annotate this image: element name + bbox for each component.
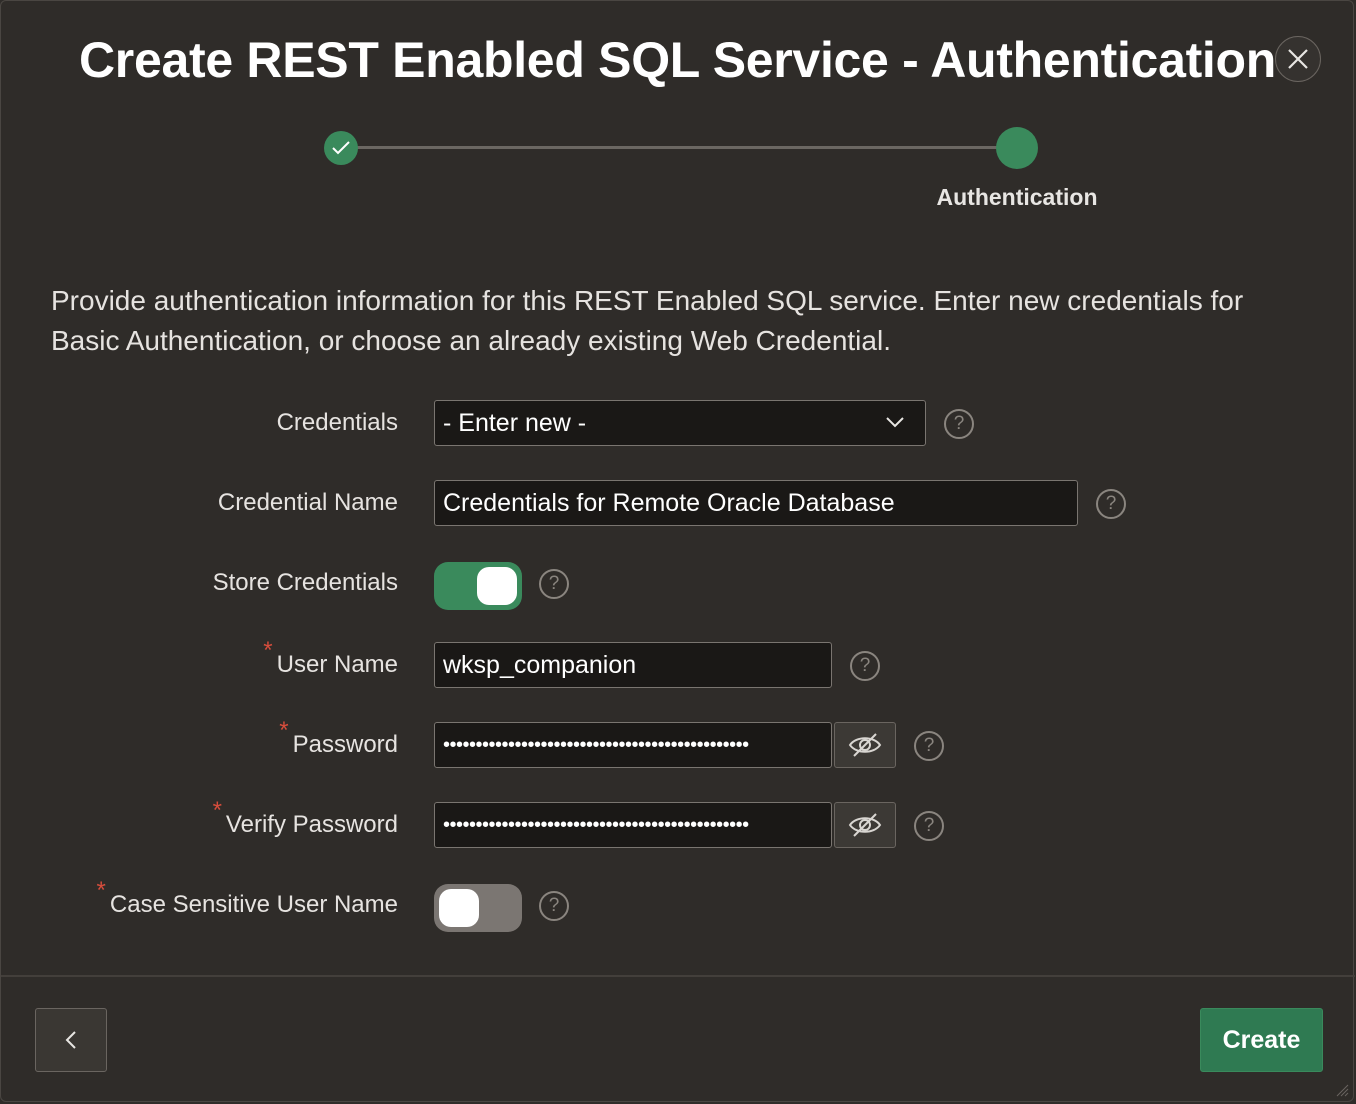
required-mark: * bbox=[212, 797, 222, 824]
store-credentials-label: Store Credentials bbox=[212, 569, 398, 596]
description-text: Provide authentication information for t… bbox=[51, 285, 1244, 356]
store-credentials-toggle[interactable] bbox=[434, 562, 522, 610]
password-field[interactable]: ••••••••••••••••••••••••••••••••••••••••… bbox=[434, 722, 832, 768]
show-verify-password-button[interactable] bbox=[834, 802, 896, 848]
step-current bbox=[996, 127, 1038, 169]
step-completed bbox=[324, 131, 358, 165]
password-help-icon[interactable]: ? bbox=[914, 731, 944, 761]
chevron-left-icon bbox=[65, 1031, 76, 1049]
credential-name-field[interactable] bbox=[434, 480, 1078, 526]
check-icon bbox=[332, 141, 350, 155]
toggle-knob bbox=[439, 889, 479, 927]
user-name-field[interactable] bbox=[434, 642, 832, 688]
step-label-authentication: Authentication bbox=[936, 184, 1098, 210]
verify-password-label: *Verify Password bbox=[212, 797, 398, 838]
required-mark: * bbox=[96, 877, 106, 904]
password-label: *Password bbox=[279, 717, 398, 758]
required-mark: * bbox=[279, 717, 289, 744]
password-value: ••••••••••••••••••••••••••••••••••••••••… bbox=[443, 733, 749, 756]
credential-name-help-icon[interactable]: ? bbox=[1096, 489, 1126, 519]
eye-slash-icon bbox=[848, 733, 882, 757]
eye-slash-icon bbox=[848, 813, 882, 837]
user-name-input[interactable] bbox=[443, 650, 831, 680]
case-sensitive-help-icon[interactable]: ? bbox=[539, 891, 569, 921]
footer-divider bbox=[1, 975, 1355, 977]
dialog-title: Create REST Enabled SQL Service - Authen… bbox=[79, 32, 1277, 88]
close-icon bbox=[1288, 49, 1308, 69]
resize-handle-icon[interactable] bbox=[1335, 1083, 1349, 1097]
verify-password-field[interactable]: ••••••••••••••••••••••••••••••••••••••••… bbox=[434, 802, 832, 848]
credentials-value: - Enter new - bbox=[443, 408, 587, 437]
credentials-label: Credentials bbox=[276, 409, 398, 436]
required-mark: * bbox=[263, 637, 273, 664]
show-password-button[interactable] bbox=[834, 722, 896, 768]
chevron-down-icon bbox=[886, 417, 904, 428]
case-sensitive-toggle[interactable] bbox=[434, 884, 522, 932]
credentials-select[interactable]: - Enter new - bbox=[434, 400, 926, 446]
verify-password-value: ••••••••••••••••••••••••••••••••••••••••… bbox=[443, 813, 749, 836]
close-button[interactable] bbox=[1275, 36, 1321, 82]
verify-password-help-icon[interactable]: ? bbox=[914, 811, 944, 841]
credential-name-input[interactable] bbox=[443, 488, 1077, 518]
toggle-knob bbox=[477, 567, 517, 605]
user-name-label: *User Name bbox=[263, 637, 398, 678]
credentials-help-icon[interactable]: ? bbox=[944, 409, 974, 439]
dialog: Create REST Enabled SQL Service - Authen… bbox=[0, 0, 1355, 1102]
create-button[interactable]: Create bbox=[1200, 1008, 1323, 1072]
store-credentials-help-icon[interactable]: ? bbox=[539, 569, 569, 599]
user-name-help-icon[interactable]: ? bbox=[850, 651, 880, 681]
stepper-track bbox=[356, 146, 1001, 149]
back-button[interactable] bbox=[35, 1008, 107, 1072]
case-sensitive-label: *Case Sensitive User Name bbox=[96, 877, 398, 918]
credential-name-label: Credential Name bbox=[217, 489, 398, 516]
